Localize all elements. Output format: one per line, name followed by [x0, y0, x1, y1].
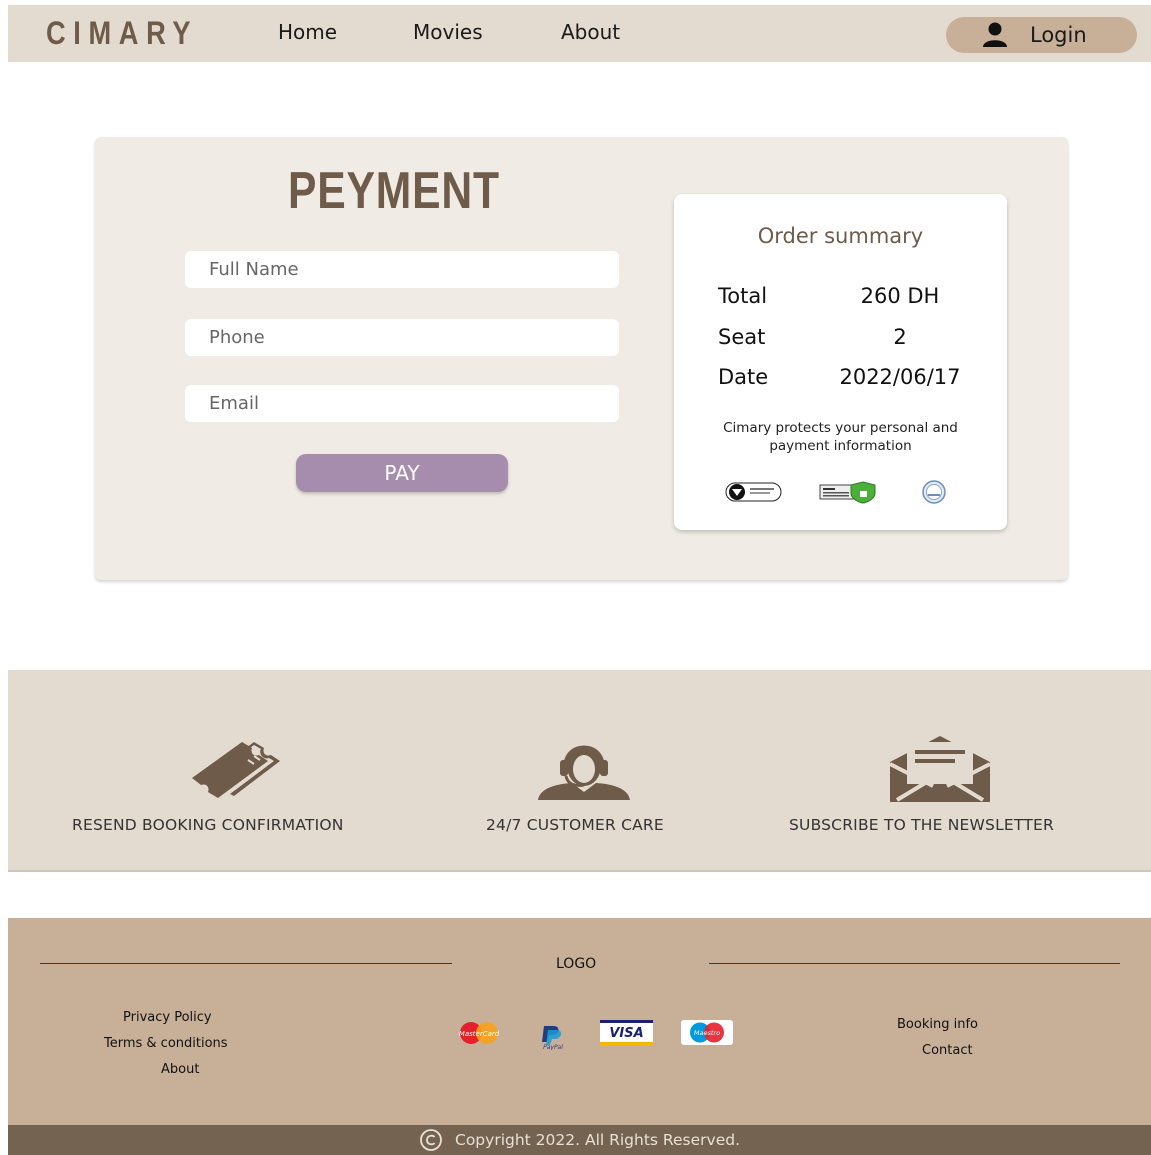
payment-page: CIMARY Home Movies About Login PEYMENT P…	[0, 0, 1151, 1155]
ssl-secure-connection-icon	[819, 481, 876, 504]
total-value: 260 DH	[860, 284, 940, 308]
date-label: Date	[718, 365, 769, 389]
nav-movies[interactable]: Movies	[413, 20, 483, 44]
nav-home[interactable]: Home	[278, 20, 337, 44]
privacy-policy-link[interactable]: Privacy Policy	[123, 1010, 212, 1025]
service-label: 24/7 CUSTOMER CARE	[486, 816, 664, 834]
total-label: Total	[718, 284, 768, 308]
headset-agent-icon	[538, 745, 630, 800]
copyright-text: Copyright 2022. All Rights Reserved.	[455, 1131, 740, 1149]
phone-input[interactable]	[185, 319, 619, 356]
paypal-icon: PayPal	[542, 1026, 563, 1050]
footer-about-link[interactable]: About	[161, 1062, 199, 1077]
nav-about[interactable]: About	[561, 20, 620, 44]
service-customer-care[interactable]: 24/7 CUSTOMER CARE	[486, 670, 706, 870]
secure-badge-icon	[725, 482, 782, 502]
date-value: 2022/06/17	[839, 365, 961, 389]
security-note: Cimary protects your personal and paymen…	[723, 420, 958, 454]
order-summary: Order summary Total 260 DH Seat 2 Date 2…	[674, 194, 1007, 530]
contact-link[interactable]: Contact	[922, 1043, 973, 1058]
service-newsletter[interactable]: SUBSCRIBE TO THE NEWSLETTER	[789, 670, 1109, 870]
maestro-icon: Maestro	[681, 1020, 733, 1045]
footer-logo[interactable]: LOGO	[556, 956, 596, 972]
services-band: RESEND BOOKING CONFIRMATION 24/7 CUSTOME…	[8, 670, 1151, 872]
mastercard-icon: MasterCard	[459, 1022, 500, 1044]
visa-icon: VISA	[600, 1020, 653, 1045]
service-label: SUBSCRIBE TO THE NEWSLETTER	[789, 816, 1054, 834]
svg-text:PayPal: PayPal	[543, 1044, 563, 1050]
footer: LOGO Privacy Policy Terms & conditions A…	[8, 918, 1151, 1125]
service-resend-booking[interactable]: RESEND BOOKING CONFIRMATION	[72, 670, 402, 870]
page-title: PEYMENT	[288, 162, 500, 220]
seat-value: 2	[893, 325, 907, 349]
terms-conditions-link[interactable]: Terms & conditions	[104, 1036, 228, 1051]
certified-seal-icon	[922, 480, 946, 504]
payment-card: PEYMENT PAY Order summary Total 260 DH S…	[95, 137, 1068, 580]
footer-divider	[709, 963, 1120, 964]
service-label: RESEND BOOKING CONFIRMATION	[72, 816, 344, 834]
svg-text:VISA: VISA	[609, 1026, 643, 1041]
svg-text:MasterCard: MasterCard	[459, 1030, 500, 1038]
full-name-input[interactable]	[185, 251, 619, 288]
email-input[interactable]	[185, 385, 619, 422]
footer-divider	[40, 963, 452, 964]
brand-logo[interactable]: CIMARY	[46, 15, 198, 52]
navbar: CIMARY Home Movies About Login	[8, 5, 1151, 62]
pay-button[interactable]: PAY	[296, 454, 508, 492]
copyright-icon	[420, 1129, 442, 1151]
svg-text:Maestro: Maestro	[694, 1029, 720, 1037]
seat-label: Seat	[718, 325, 766, 349]
order-summary-title: Order summary	[757, 224, 924, 248]
tickets-icon	[192, 742, 280, 798]
user-icon	[983, 22, 1007, 47]
open-envelope-icon	[889, 736, 991, 802]
login-label: Login	[1030, 23, 1087, 47]
booking-info-link[interactable]: Booking info	[897, 1017, 978, 1032]
copyright-bar: Copyright 2022. All Rights Reserved.	[8, 1125, 1151, 1155]
login-button[interactable]: Login	[946, 17, 1137, 53]
